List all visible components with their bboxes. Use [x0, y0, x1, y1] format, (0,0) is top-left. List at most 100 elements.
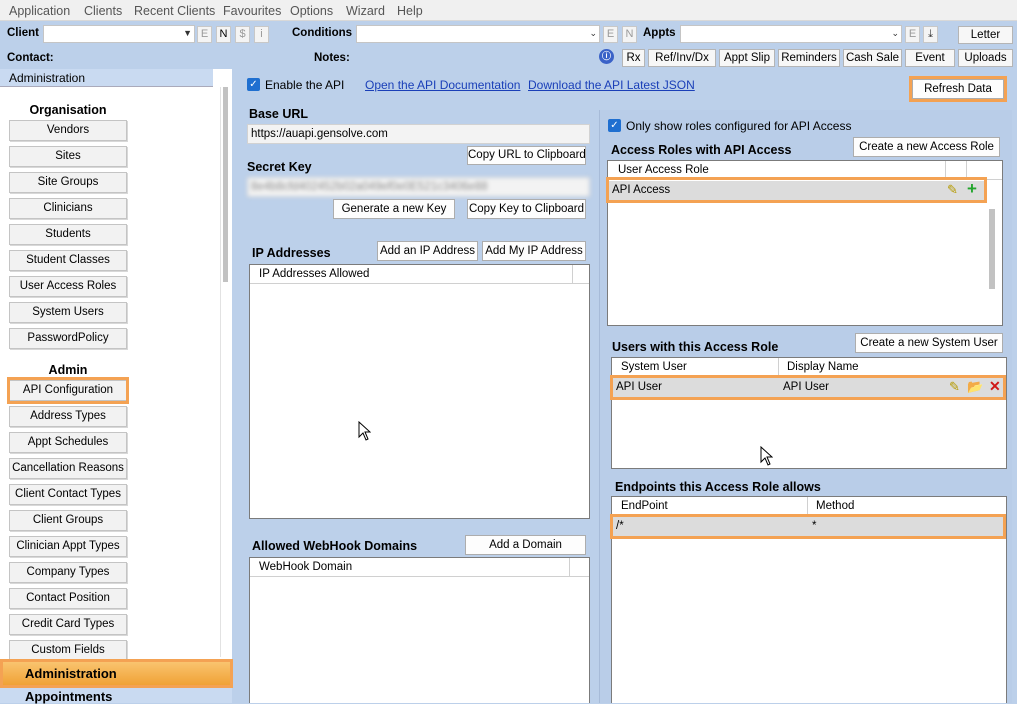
- sidebar-item-appt-schedules[interactable]: Appt Schedules: [9, 432, 127, 453]
- appts-edit-button[interactable]: E: [905, 26, 920, 43]
- column-divider: [572, 265, 573, 284]
- client-info-button[interactable]: i: [254, 26, 269, 43]
- menu-help[interactable]: Help: [397, 4, 423, 18]
- ip-addresses-grid[interactable]: IP Addresses Allowed: [249, 264, 590, 519]
- sidebar-item-cancellation-reasons[interactable]: Cancellation Reasons: [9, 458, 127, 479]
- mouse-cursor-icon: [358, 421, 371, 441]
- column-endpoint[interactable]: EndPoint: [621, 500, 668, 512]
- menu-recent-clients[interactable]: Recent Clients: [134, 4, 215, 18]
- chevron-down-icon: ⌄: [891, 28, 899, 38]
- endpoints-label: Endpoints this Access Role allows: [615, 480, 821, 494]
- users-grid[interactable]: System User Display Name: [611, 357, 1007, 469]
- client-toolbar: Client ▼ E N $ i Conditions ⌄ E N Appts …: [0, 21, 1017, 67]
- download-icon[interactable]: ⤓: [923, 26, 938, 43]
- create-system-user-button[interactable]: Create a new System User: [855, 333, 1003, 353]
- sidebar-item-student-classes[interactable]: Student Classes: [9, 250, 127, 271]
- only-roles-label: Only show roles configured for API Acces…: [626, 119, 852, 133]
- add-ip-button[interactable]: Add an IP Address: [377, 241, 478, 261]
- copy-url-button[interactable]: Copy URL to Clipboard: [467, 146, 586, 165]
- nav-administration[interactable]: Administration: [0, 659, 233, 688]
- menu-application[interactable]: Application: [9, 4, 70, 18]
- letter-button[interactable]: Letter: [958, 26, 1013, 44]
- menu-wizard[interactable]: Wizard: [346, 4, 385, 18]
- enable-api-checkbox[interactable]: ✓: [247, 78, 260, 91]
- client-label: Client: [7, 27, 39, 39]
- reminders-button[interactable]: Reminders: [778, 49, 840, 67]
- sidebar-item-vendors[interactable]: Vendors: [9, 120, 127, 141]
- secret-key-label: Secret Key: [247, 160, 312, 174]
- secret-key-field[interactable]: 8e4b8cfd402452b02a049ef0e0E521c3406e88: [247, 177, 590, 197]
- sidebar-scrollbar[interactable]: [220, 87, 230, 657]
- sidebar-item-system-users[interactable]: System Users: [9, 302, 127, 323]
- conditions-combo[interactable]: ⌄: [356, 25, 600, 43]
- download-json-link[interactable]: Download the API Latest JSON: [528, 78, 695, 92]
- webhook-domains-grid[interactable]: WebHook Domain: [249, 557, 590, 703]
- menu-favourites[interactable]: Favourites: [223, 4, 281, 18]
- sidebar-item-custom-fields[interactable]: Custom Fields: [9, 640, 127, 661]
- history-icon[interactable]: ⓘ: [599, 49, 614, 64]
- event-button[interactable]: Event: [905, 49, 955, 67]
- column-method[interactable]: Method: [816, 500, 854, 512]
- client-new-button[interactable]: N: [216, 26, 231, 43]
- client-edit-button[interactable]: E: [197, 26, 212, 43]
- grid-header: WebHook Domain: [250, 558, 589, 577]
- column-display-name[interactable]: Display Name: [787, 361, 859, 373]
- menu-clients[interactable]: Clients: [84, 4, 122, 18]
- enable-api-label: Enable the API: [265, 78, 345, 92]
- sidebar-item-client-contact-types[interactable]: Client Contact Types: [9, 484, 127, 505]
- conditions-edit-button[interactable]: E: [603, 26, 618, 43]
- sidebar-item-students[interactable]: Students: [9, 224, 127, 245]
- menu-options[interactable]: Options: [290, 4, 333, 18]
- rx-button[interactable]: Rx: [622, 49, 645, 67]
- uploads-button[interactable]: Uploads: [958, 49, 1013, 67]
- add-my-ip-button[interactable]: Add My IP Address: [482, 241, 586, 261]
- sidebar-header: Administration: [0, 69, 213, 87]
- sidebar-item-user-access-roles[interactable]: User Access Roles: [9, 276, 127, 297]
- sidebar-item-company-types[interactable]: Company Types: [9, 562, 127, 583]
- sidebar-header-title: Administration: [9, 71, 86, 85]
- access-roles-label: Access Roles with API Access: [611, 143, 792, 157]
- webhook-domains-label: Allowed WebHook Domains: [252, 539, 418, 553]
- highlight-role-row: [606, 177, 987, 203]
- sidebar-item-clinicians[interactable]: Clinicians: [9, 198, 127, 219]
- base-url-field[interactable]: https://auapi.gensolve.com: [247, 124, 590, 144]
- scrollbar-thumb[interactable]: [223, 87, 228, 282]
- column-ip-addresses-allowed[interactable]: IP Addresses Allowed: [259, 268, 369, 280]
- client-combo[interactable]: ▼: [43, 25, 195, 43]
- sidebar-item-clinician-appt-types[interactable]: Clinician Appt Types: [9, 536, 127, 557]
- cash-sale-button[interactable]: Cash Sale: [843, 49, 902, 67]
- ip-addresses-label: IP Addresses: [252, 246, 331, 260]
- conditions-new-button[interactable]: N: [622, 26, 637, 43]
- ref-inv-dx-button[interactable]: Ref/Inv/Dx: [648, 49, 716, 67]
- generate-key-button[interactable]: Generate a new Key: [333, 199, 455, 219]
- only-roles-checkbox[interactable]: ✓: [608, 119, 621, 132]
- add-domain-button[interactable]: Add a Domain: [465, 535, 586, 555]
- section-organisation: Organisation: [29, 103, 107, 117]
- client-account-button[interactable]: $: [235, 26, 250, 43]
- sidebar-item-site-groups[interactable]: Site Groups: [9, 172, 127, 193]
- mouse-cursor-icon: [760, 446, 773, 466]
- appt-slip-button[interactable]: Appt Slip: [719, 49, 775, 67]
- users-with-role-label: Users with this Access Role: [612, 340, 779, 354]
- nav-appointments[interactable]: Appointments: [0, 688, 232, 704]
- chevron-down-icon: ▼: [183, 28, 192, 38]
- open-api-docs-link[interactable]: Open the API Documentation: [365, 78, 520, 92]
- sidebar-item-contact-position[interactable]: Contact Position: [9, 588, 127, 609]
- column-divider: [569, 558, 570, 577]
- copy-key-button[interactable]: Copy Key to Clipboard: [467, 199, 586, 219]
- create-access-role-button[interactable]: Create a new Access Role: [853, 137, 1000, 157]
- sidebar-item-address-types[interactable]: Address Types: [9, 406, 127, 427]
- grid-scrollbar[interactable]: [989, 209, 995, 289]
- nav-appointments-label: Appointments: [25, 689, 113, 704]
- appts-label: Appts: [643, 27, 676, 39]
- appts-combo[interactable]: ⌄: [680, 25, 902, 43]
- sidebar-item-passwordpolicy[interactable]: PasswordPolicy: [9, 328, 127, 349]
- column-system-user[interactable]: System User: [621, 361, 687, 373]
- sidebar-item-credit-card-types[interactable]: Credit Card Types: [9, 614, 127, 635]
- sidebar-item-client-groups[interactable]: Client Groups: [9, 510, 127, 531]
- sidebar-item-sites[interactable]: Sites: [9, 146, 127, 167]
- column-webhook-domain[interactable]: WebHook Domain: [259, 561, 352, 573]
- grid-header: IP Addresses Allowed: [250, 265, 589, 284]
- section-admin: Admin: [48, 363, 88, 377]
- column-user-access-role[interactable]: User Access Role: [618, 164, 709, 176]
